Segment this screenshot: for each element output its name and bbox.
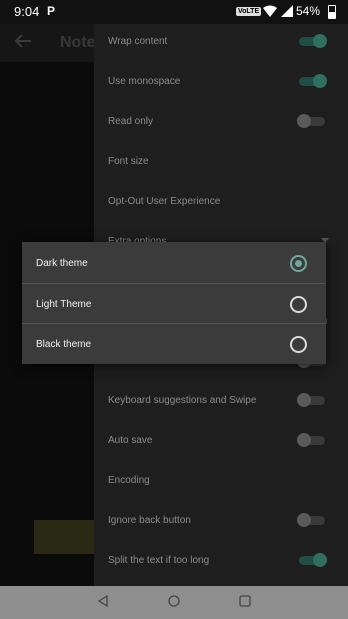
split-text-toggle[interactable]	[297, 553, 327, 567]
option-light-theme[interactable]: Light Theme	[22, 284, 326, 324]
radio-selected-icon[interactable]	[290, 255, 307, 272]
radio-unselected-icon[interactable]	[290, 336, 307, 353]
use-monospace-toggle[interactable]	[297, 74, 327, 88]
setting-split-text[interactable]: Split the text if too long	[108, 555, 209, 566]
read-only-toggle[interactable]	[297, 114, 327, 128]
setting-wrap-content[interactable]: Wrap content	[108, 36, 167, 47]
battery-icon	[328, 5, 336, 19]
background-title: Note	[60, 34, 96, 51]
setting-encoding[interactable]: Encoding	[108, 475, 150, 486]
ignore-back-toggle[interactable]	[297, 513, 327, 527]
setting-read-only[interactable]: Read only	[108, 116, 153, 127]
setting-font-size[interactable]: Font size	[108, 156, 149, 167]
option-label: Dark theme	[36, 258, 88, 269]
back-icon[interactable]	[96, 594, 110, 608]
recents-icon[interactable]	[238, 594, 252, 608]
setting-keyboard-suggestions[interactable]: Keyboard suggestions and Swipe	[108, 395, 256, 406]
status-time: 9:04	[14, 4, 40, 19]
notification-p-icon: P	[47, 4, 56, 18]
radio-unselected-icon[interactable]	[290, 296, 307, 313]
option-black-theme[interactable]: Black theme	[22, 324, 326, 364]
setting-ignore-back[interactable]: Ignore back button	[108, 515, 191, 526]
option-dark-theme[interactable]: Dark theme	[22, 243, 326, 283]
wifi-icon	[263, 5, 277, 17]
theme-dialog: Dark theme Light Theme Black theme	[22, 242, 326, 364]
home-icon[interactable]	[167, 594, 181, 608]
setting-opt-out[interactable]: Opt-Out User Experience	[108, 196, 220, 207]
battery-percent: 54%	[296, 4, 321, 18]
navigation-bar	[0, 586, 348, 619]
option-label: Light Theme	[36, 299, 92, 310]
volte-icon: VoLTE	[236, 7, 262, 16]
option-label: Black theme	[36, 339, 92, 350]
back-arrow-icon[interactable]	[14, 33, 32, 49]
status-bar: 9:04 P VoLTE 54%	[0, 0, 348, 24]
setting-use-monospace[interactable]: Use monospace	[108, 76, 180, 87]
wrap-content-toggle[interactable]	[297, 34, 327, 48]
signal-icon	[281, 5, 293, 17]
keyboard-suggestions-toggle[interactable]	[297, 393, 327, 407]
auto-save-toggle[interactable]	[297, 433, 327, 447]
setting-auto-save[interactable]: Auto save	[108, 435, 152, 446]
